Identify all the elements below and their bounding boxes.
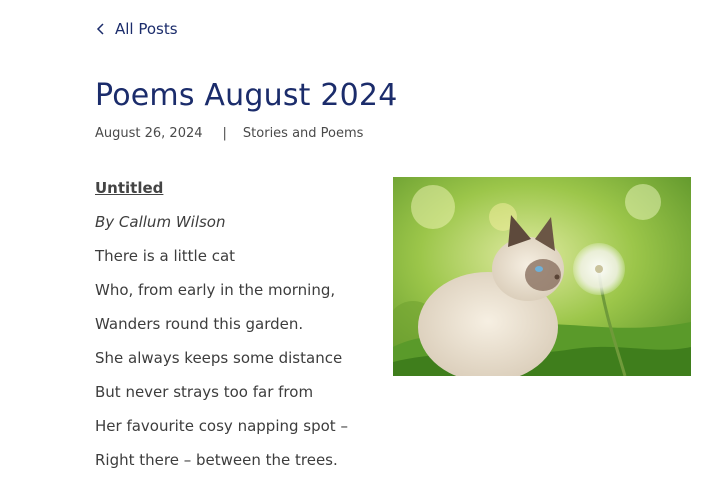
- post-title: Poems August 2024: [95, 78, 398, 113]
- poem-line: Who, from early in the morning,: [95, 281, 336, 299]
- poem-line: Her favourite cosy napping spot –: [95, 417, 348, 435]
- poem-line: But never strays too far from: [95, 383, 314, 401]
- post-date: August 26, 2024: [95, 126, 203, 141]
- meta-separator: |: [222, 126, 227, 141]
- category-link[interactable]: Stories and Poems: [243, 126, 364, 141]
- poem-author: By Callum Wilson: [95, 213, 226, 231]
- poem-line: There is a little cat: [95, 247, 236, 265]
- kitten-dandelion-image: [393, 177, 691, 376]
- all-posts-label: All Posts: [115, 20, 178, 38]
- blog-post-page: All Posts Poems August 2024 August 26, 2…: [0, 0, 704, 486]
- poem-line: She always keeps some distance: [95, 349, 343, 367]
- poem-title-line: Untitled: [95, 178, 375, 212]
- chevron-left-icon: [95, 22, 107, 36]
- all-posts-link[interactable]: All Posts: [95, 20, 178, 38]
- kitten-photo-illustration: [393, 177, 691, 376]
- poem-line: Wanders round this garden.: [95, 315, 304, 333]
- poem-line: Right there – between the trees.: [95, 451, 338, 469]
- poem-title: Untitled: [95, 179, 164, 197]
- poem-body: Untitled By Callum Wilson There is a lit…: [95, 178, 375, 484]
- post-meta: August 26, 2024 | Stories and Poems: [95, 126, 363, 141]
